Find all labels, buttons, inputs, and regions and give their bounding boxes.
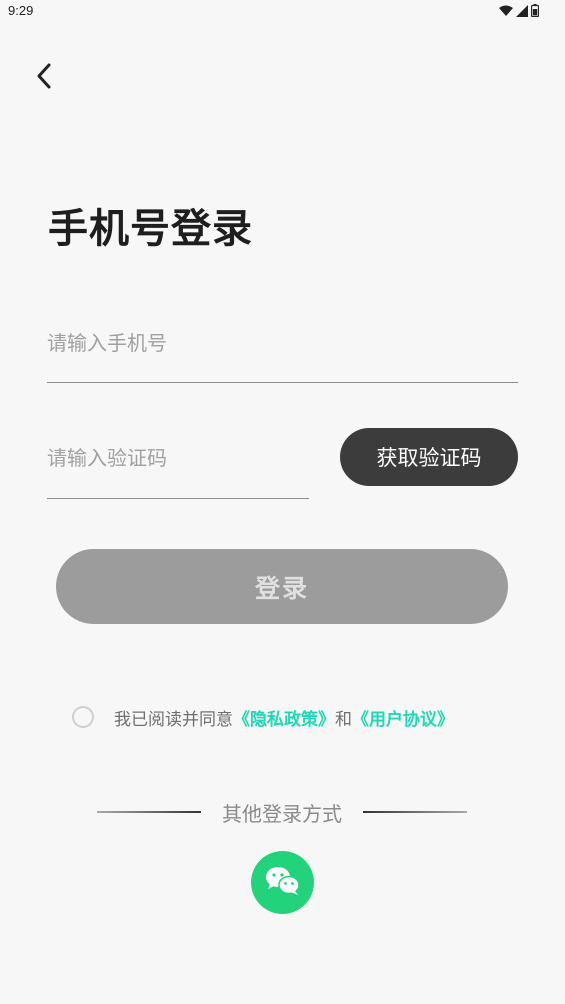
login-button[interactable]: 登录	[56, 549, 508, 624]
verification-code-input[interactable]	[47, 433, 309, 483]
status-icons	[499, 2, 540, 21]
back-button[interactable]	[28, 58, 60, 98]
agreement-row: 我已阅读并同意 《隐私政策》 和 《用户协议》	[72, 703, 454, 731]
code-field	[47, 433, 309, 499]
wechat-login-button[interactable]	[251, 851, 314, 914]
signal-icon	[516, 2, 528, 21]
wechat-icon	[265, 866, 301, 900]
status-time: 9:29	[8, 3, 34, 18]
get-code-button[interactable]: 获取验证码	[340, 428, 518, 486]
chevron-left-icon	[35, 62, 53, 94]
divider-right	[363, 811, 467, 813]
privacy-policy-link[interactable]: 《隐私政策》	[233, 705, 335, 730]
agreement-prefix: 我已阅读并同意	[114, 709, 233, 730]
phone-field	[47, 318, 518, 383]
agreement-conjunction: 和	[335, 709, 352, 730]
divider-left	[97, 811, 201, 813]
wifi-icon	[499, 2, 513, 21]
page-title: 手机号登录	[48, 206, 253, 252]
battery-icon	[530, 2, 540, 21]
other-login-label: 其他登录方式	[222, 801, 342, 826]
phone-input[interactable]	[47, 318, 518, 368]
status-bar: 9:29	[0, 0, 565, 24]
user-agreement-link[interactable]: 《用户协议》	[352, 705, 454, 730]
other-login-divider: 其他登录方式	[97, 797, 467, 827]
agree-checkbox[interactable]	[72, 706, 94, 728]
